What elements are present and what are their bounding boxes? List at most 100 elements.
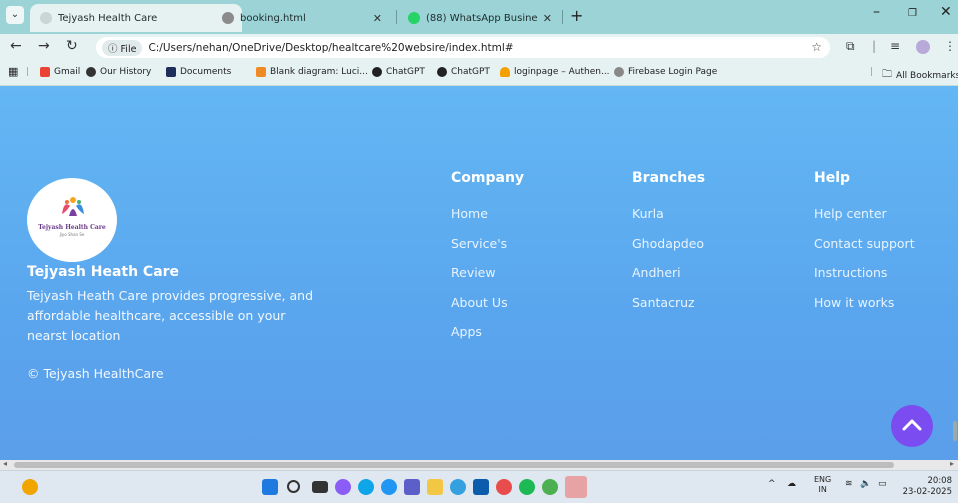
maximize-button[interactable]: ❐	[908, 8, 917, 19]
tab-tejyash[interactable]: Tejyash Health Care ✕	[30, 4, 242, 32]
footer-link-santacruz[interactable]: Santacruz	[632, 295, 695, 310]
google-icon	[40, 67, 50, 77]
bookmark-label: Firebase Login Page	[628, 67, 718, 77]
cloud-icon[interactable]: ☁	[787, 479, 796, 489]
search-icon[interactable]	[287, 480, 300, 493]
menu-kebab-icon[interactable]: ⋮	[944, 39, 956, 53]
family-logo-icon	[62, 197, 84, 216]
footer-link-kurla[interactable]: Kurla	[632, 206, 664, 221]
bookmark-chatgpt-1[interactable]: ChatGPT	[372, 67, 425, 77]
bookmark-lucidchart[interactable]: Blank diagram: Luci...	[256, 67, 368, 77]
app-icon[interactable]	[496, 479, 512, 495]
column-heading: Branches	[632, 170, 706, 186]
scrollbar-thumb[interactable]	[14, 462, 894, 468]
scrollbar-thumb[interactable]	[953, 421, 957, 441]
battery-icon[interactable]: ▭	[878, 479, 887, 489]
snipping-tool-icon[interactable]	[565, 476, 587, 498]
tab-title: (88) WhatsApp Business	[426, 12, 537, 24]
vertical-scrollbar[interactable]	[952, 86, 958, 460]
bookmark-label: loginpage – Authen...	[514, 67, 610, 77]
scroll-to-top-button[interactable]	[891, 405, 933, 447]
toolbar-divider: |	[872, 39, 877, 53]
tray-chevron-up-icon[interactable]: ^	[768, 479, 776, 489]
close-tab-icon[interactable]: ✕	[373, 12, 382, 25]
task-view-icon[interactable]	[312, 481, 328, 493]
spotify-icon[interactable]	[519, 479, 535, 495]
edge-icon[interactable]	[358, 479, 374, 495]
github-icon	[86, 67, 96, 77]
profile-avatar[interactable]	[916, 40, 930, 54]
footer-column-branches: Branches Kurla Ghodapdeo Andheri Santacr…	[632, 170, 705, 324]
chrome-icon[interactable]	[542, 479, 558, 495]
scroll-left-arrow-icon[interactable]: ◂	[3, 459, 7, 468]
bookmark-our-history[interactable]: Our History	[86, 67, 151, 77]
site-info-chip[interactable]: ⓘ File	[102, 39, 143, 56]
new-tab-button[interactable]: +	[570, 6, 583, 25]
scroll-right-arrow-icon[interactable]: ▸	[950, 459, 954, 468]
bookmark-star-icon[interactable]: ☆	[811, 40, 822, 54]
bookmark-label: Our History	[100, 67, 152, 77]
store-icon[interactable]	[473, 479, 489, 495]
close-tab-icon[interactable]: ✕	[543, 12, 552, 25]
wifi-icon[interactable]: ≋	[845, 479, 853, 489]
bookmark-firebase-login[interactable]: Firebase Login Page	[614, 67, 717, 77]
minimize-button[interactable]: –	[873, 4, 880, 20]
footer-column-help: Help Help center Contact support Instruc…	[814, 170, 915, 324]
url-text: C:/Users/nehan/OneDrive/Desktop/healtcar…	[148, 41, 514, 54]
footer-link-apps[interactable]: Apps	[451, 324, 482, 339]
vscode-icon[interactable]	[450, 479, 466, 495]
reading-list-icon[interactable]: ≡	[890, 39, 900, 53]
footer-link-home[interactable]: Home	[451, 206, 488, 221]
language-label: ENG	[814, 475, 832, 484]
footer-link-contact-support[interactable]: Contact support	[814, 236, 915, 251]
tab-booking[interactable]: booking.html ✕	[212, 4, 392, 32]
footer-link-andheri[interactable]: Andheri	[632, 265, 681, 280]
horizontal-scrollbar[interactable]: ◂ ▸	[0, 459, 958, 470]
bookmark-label: Gmail	[54, 67, 81, 77]
extensions-icon[interactable]: ⧉	[846, 39, 855, 54]
forward-arrow-icon[interactable]: →	[38, 38, 50, 54]
folder-icon: 🗀	[882, 69, 892, 80]
footer-link-how-it-works[interactable]: How it works	[814, 295, 894, 310]
footer-link-ghodapdeo[interactable]: Ghodapdeo	[632, 236, 704, 251]
back-arrow-icon[interactable]: ←	[10, 38, 22, 54]
bookmark-loginpage[interactable]: loginpage – Authen...	[500, 67, 610, 77]
file-explorer-icon[interactable]	[427, 479, 443, 495]
brand-name: Tejyash Heath Care	[27, 264, 180, 280]
clock[interactable]: 20:08 23-02-2025	[903, 476, 952, 498]
address-bar[interactable]: ⓘ File C:/Users/nehan/OneDrive/Desktop/h…	[96, 37, 830, 58]
brand-description: Tejyash Heath Care provides progressive,…	[27, 288, 314, 343]
widgets-icon[interactable]	[22, 479, 38, 495]
close-window-button[interactable]: ✕	[940, 4, 952, 20]
logo[interactable]: Tejyash Health Care Jiyo Shan Se	[27, 178, 117, 262]
windows-start-icon[interactable]	[262, 479, 278, 495]
column-heading: Company	[451, 170, 525, 186]
browser-icon[interactable]	[381, 479, 397, 495]
bookmarks-divider: |	[870, 67, 874, 77]
whatsapp-icon	[408, 12, 420, 24]
firebase-icon	[500, 67, 510, 77]
tab-whatsapp[interactable]: (88) WhatsApp Business ✕	[398, 4, 562, 32]
footer-link-about[interactable]: About Us	[451, 295, 508, 310]
bookmark-documents[interactable]: Documents	[166, 67, 231, 77]
tab-search-chevron-icon[interactable]: ⌄	[6, 6, 24, 24]
taskbar: ^ ☁ ENG IN ≋ 🔈 ▭ 20:08 23-02-2025	[0, 470, 958, 503]
footer-link-review[interactable]: Review	[451, 265, 496, 280]
reload-icon[interactable]: ↻	[66, 38, 78, 54]
all-bookmarks-button[interactable]: 🗀 All Bookmarks	[882, 67, 958, 84]
teams-icon[interactable]	[404, 479, 420, 495]
volume-icon[interactable]: 🔈	[860, 479, 871, 489]
footer-link-services[interactable]: Service's	[451, 236, 507, 251]
language-indicator[interactable]: ENG IN	[814, 475, 831, 495]
bookmark-chatgpt-2[interactable]: ChatGPT	[437, 67, 490, 77]
bookmark-gmail[interactable]: Gmail	[40, 67, 80, 77]
region-label: IN	[818, 485, 827, 494]
copilot-icon[interactable]	[335, 479, 351, 495]
site-info-label: File	[120, 43, 137, 55]
apps-grid-icon[interactable]: ▦	[8, 65, 18, 78]
footer-link-help-center[interactable]: Help center	[814, 206, 887, 221]
tab-title: booking.html	[240, 12, 306, 24]
lucidchart-icon	[256, 67, 266, 77]
footer-link-instructions[interactable]: Instructions	[814, 265, 887, 280]
tab-favicon-icon	[40, 12, 52, 24]
